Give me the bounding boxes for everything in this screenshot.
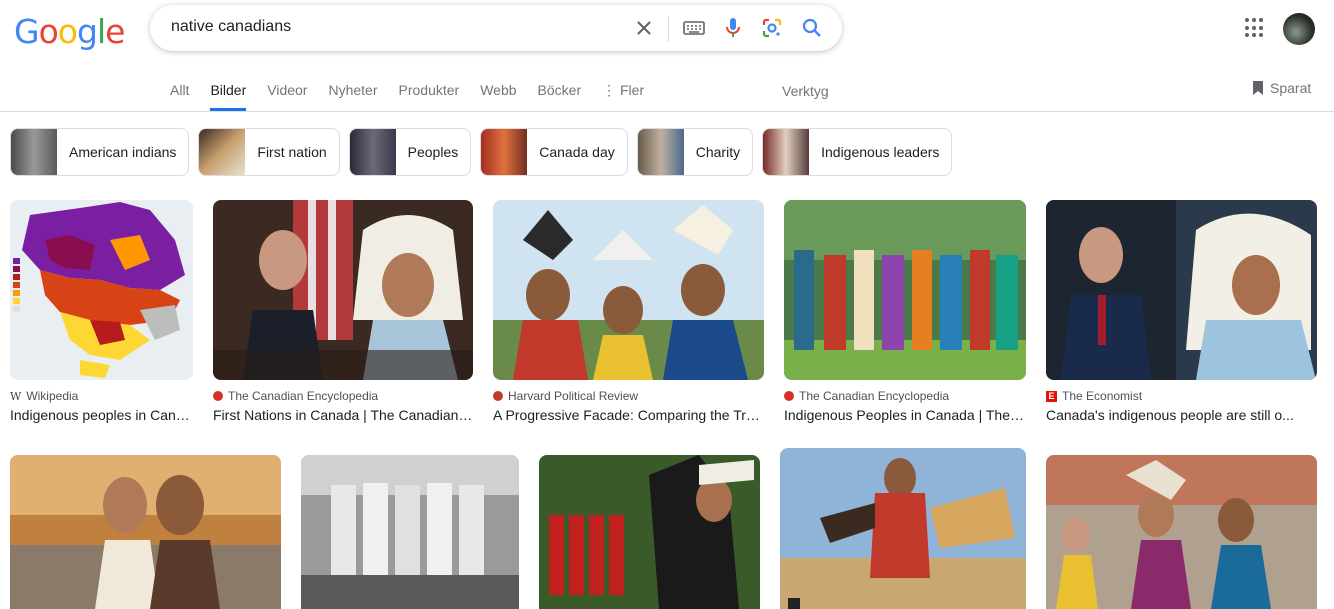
more-dots-icon: ⋮ — [602, 82, 617, 98]
site-favicon-icon — [213, 391, 223, 401]
keyboard-icon[interactable] — [682, 16, 706, 40]
photo-image — [1046, 455, 1317, 609]
photo-image — [780, 448, 1026, 609]
image-result[interactable]: E The Economist Canada's indigenous peopl… — [1046, 200, 1317, 423]
search-icon[interactable] — [800, 16, 824, 40]
result-image[interactable] — [213, 200, 473, 380]
apps-grid-icon[interactable] — [1245, 18, 1265, 38]
image-result[interactable] — [10, 455, 281, 609]
google-logo[interactable]: Google — [14, 12, 125, 51]
avatar[interactable] — [1283, 13, 1315, 45]
tab-more[interactable]: ⋮ Fler — [602, 82, 644, 111]
image-result[interactable] — [780, 448, 1026, 609]
photo-image — [213, 200, 473, 380]
result-source[interactable]: W Wikipedia — [10, 389, 193, 403]
site-favicon-icon — [784, 391, 794, 401]
result-image[interactable] — [780, 448, 1026, 609]
chip-peoples[interactable]: Peoples — [348, 128, 472, 176]
tab-images[interactable]: Bilder — [210, 82, 247, 111]
microphone-icon[interactable] — [721, 16, 745, 40]
image-result[interactable] — [539, 455, 760, 609]
image-result[interactable]: The Canadian Encyclopedia Indigenous Peo… — [784, 200, 1026, 423]
search-tabs: Allt Bilder Videor Nyheter Produkter Web… — [170, 82, 665, 111]
photo-image — [784, 200, 1026, 380]
photo-image — [493, 200, 764, 380]
chip-charity[interactable]: Charity — [636, 128, 754, 176]
clear-icon[interactable] — [632, 16, 656, 40]
result-source[interactable]: The Canadian Encyclopedia — [784, 389, 1026, 403]
search-box[interactable]: native canadians — [150, 5, 842, 51]
chip-american-indians[interactable]: American indians — [10, 128, 190, 176]
tab-videos[interactable]: Videor — [267, 82, 307, 111]
image-result[interactable] — [301, 455, 519, 609]
chip-thumbnail — [637, 129, 684, 175]
google-lens-icon[interactable] — [760, 16, 784, 40]
image-result[interactable]: Harvard Political Review A Progressive F… — [493, 200, 764, 423]
tab-products[interactable]: Produkter — [399, 82, 460, 111]
site-favicon-icon — [493, 391, 503, 401]
result-image[interactable] — [10, 455, 281, 609]
result-title[interactable]: A Progressive Facade: Comparing the Trea… — [493, 407, 764, 423]
result-title[interactable]: Canada's indigenous people are still o..… — [1046, 407, 1317, 423]
tab-all[interactable]: Allt — [170, 82, 189, 111]
chip-indigenous-leaders[interactable]: Indigenous leaders — [762, 128, 953, 176]
saved-button[interactable]: Sparat — [1252, 80, 1311, 96]
chip-canada-day[interactable]: Canada day — [480, 128, 628, 176]
result-image[interactable] — [10, 200, 193, 380]
result-source[interactable]: The Canadian Encyclopedia — [213, 389, 473, 403]
tab-books[interactable]: Böcker — [538, 82, 582, 111]
image-result[interactable] — [1046, 455, 1317, 609]
result-title[interactable]: First Nations in Canada | The Canadian E… — [213, 407, 473, 423]
photo-image — [539, 455, 760, 609]
tab-news[interactable]: Nyheter — [328, 82, 377, 111]
tab-web[interactable]: Webb — [480, 82, 516, 111]
chip-thumbnail — [763, 129, 810, 175]
result-title[interactable]: Indigenous peoples in Canada — [10, 407, 193, 423]
chip-thumbnail — [481, 129, 528, 175]
economist-icon: E — [1046, 390, 1057, 402]
photo-image — [10, 455, 281, 609]
header: Google native canadians Allt Bilder Vide… — [0, 0, 1334, 112]
result-image[interactable] — [1046, 200, 1317, 380]
search-input[interactable]: native canadians — [171, 18, 291, 36]
chip-thumbnail — [11, 129, 57, 175]
result-image[interactable] — [1046, 455, 1317, 609]
result-image[interactable] — [784, 200, 1026, 380]
result-image[interactable] — [301, 455, 519, 609]
wikipedia-icon: W — [10, 389, 22, 403]
bookmark-icon — [1253, 81, 1263, 95]
map-image — [10, 200, 193, 380]
result-source[interactable]: E The Economist — [1046, 389, 1317, 403]
chip-thumbnail — [349, 129, 396, 175]
result-image[interactable] — [539, 455, 760, 609]
result-title[interactable]: Indigenous Peoples in Canada | The Canad… — [784, 407, 1026, 423]
chip-first-nation[interactable]: First nation — [198, 128, 340, 176]
result-source[interactable]: Harvard Political Review — [493, 389, 764, 403]
related-chips: American indians First nation Peoples Ca… — [10, 128, 953, 176]
chip-thumbnail — [199, 129, 246, 175]
result-image[interactable] — [493, 200, 764, 380]
image-result[interactable]: W Wikipedia Indigenous peoples in Canada — [10, 200, 193, 423]
tools-button[interactable]: Verktyg — [782, 83, 829, 99]
image-result[interactable]: The Canadian Encyclopedia First Nations … — [213, 200, 473, 423]
photo-image — [301, 455, 519, 609]
divider — [668, 16, 669, 42]
photo-image — [1046, 200, 1317, 380]
